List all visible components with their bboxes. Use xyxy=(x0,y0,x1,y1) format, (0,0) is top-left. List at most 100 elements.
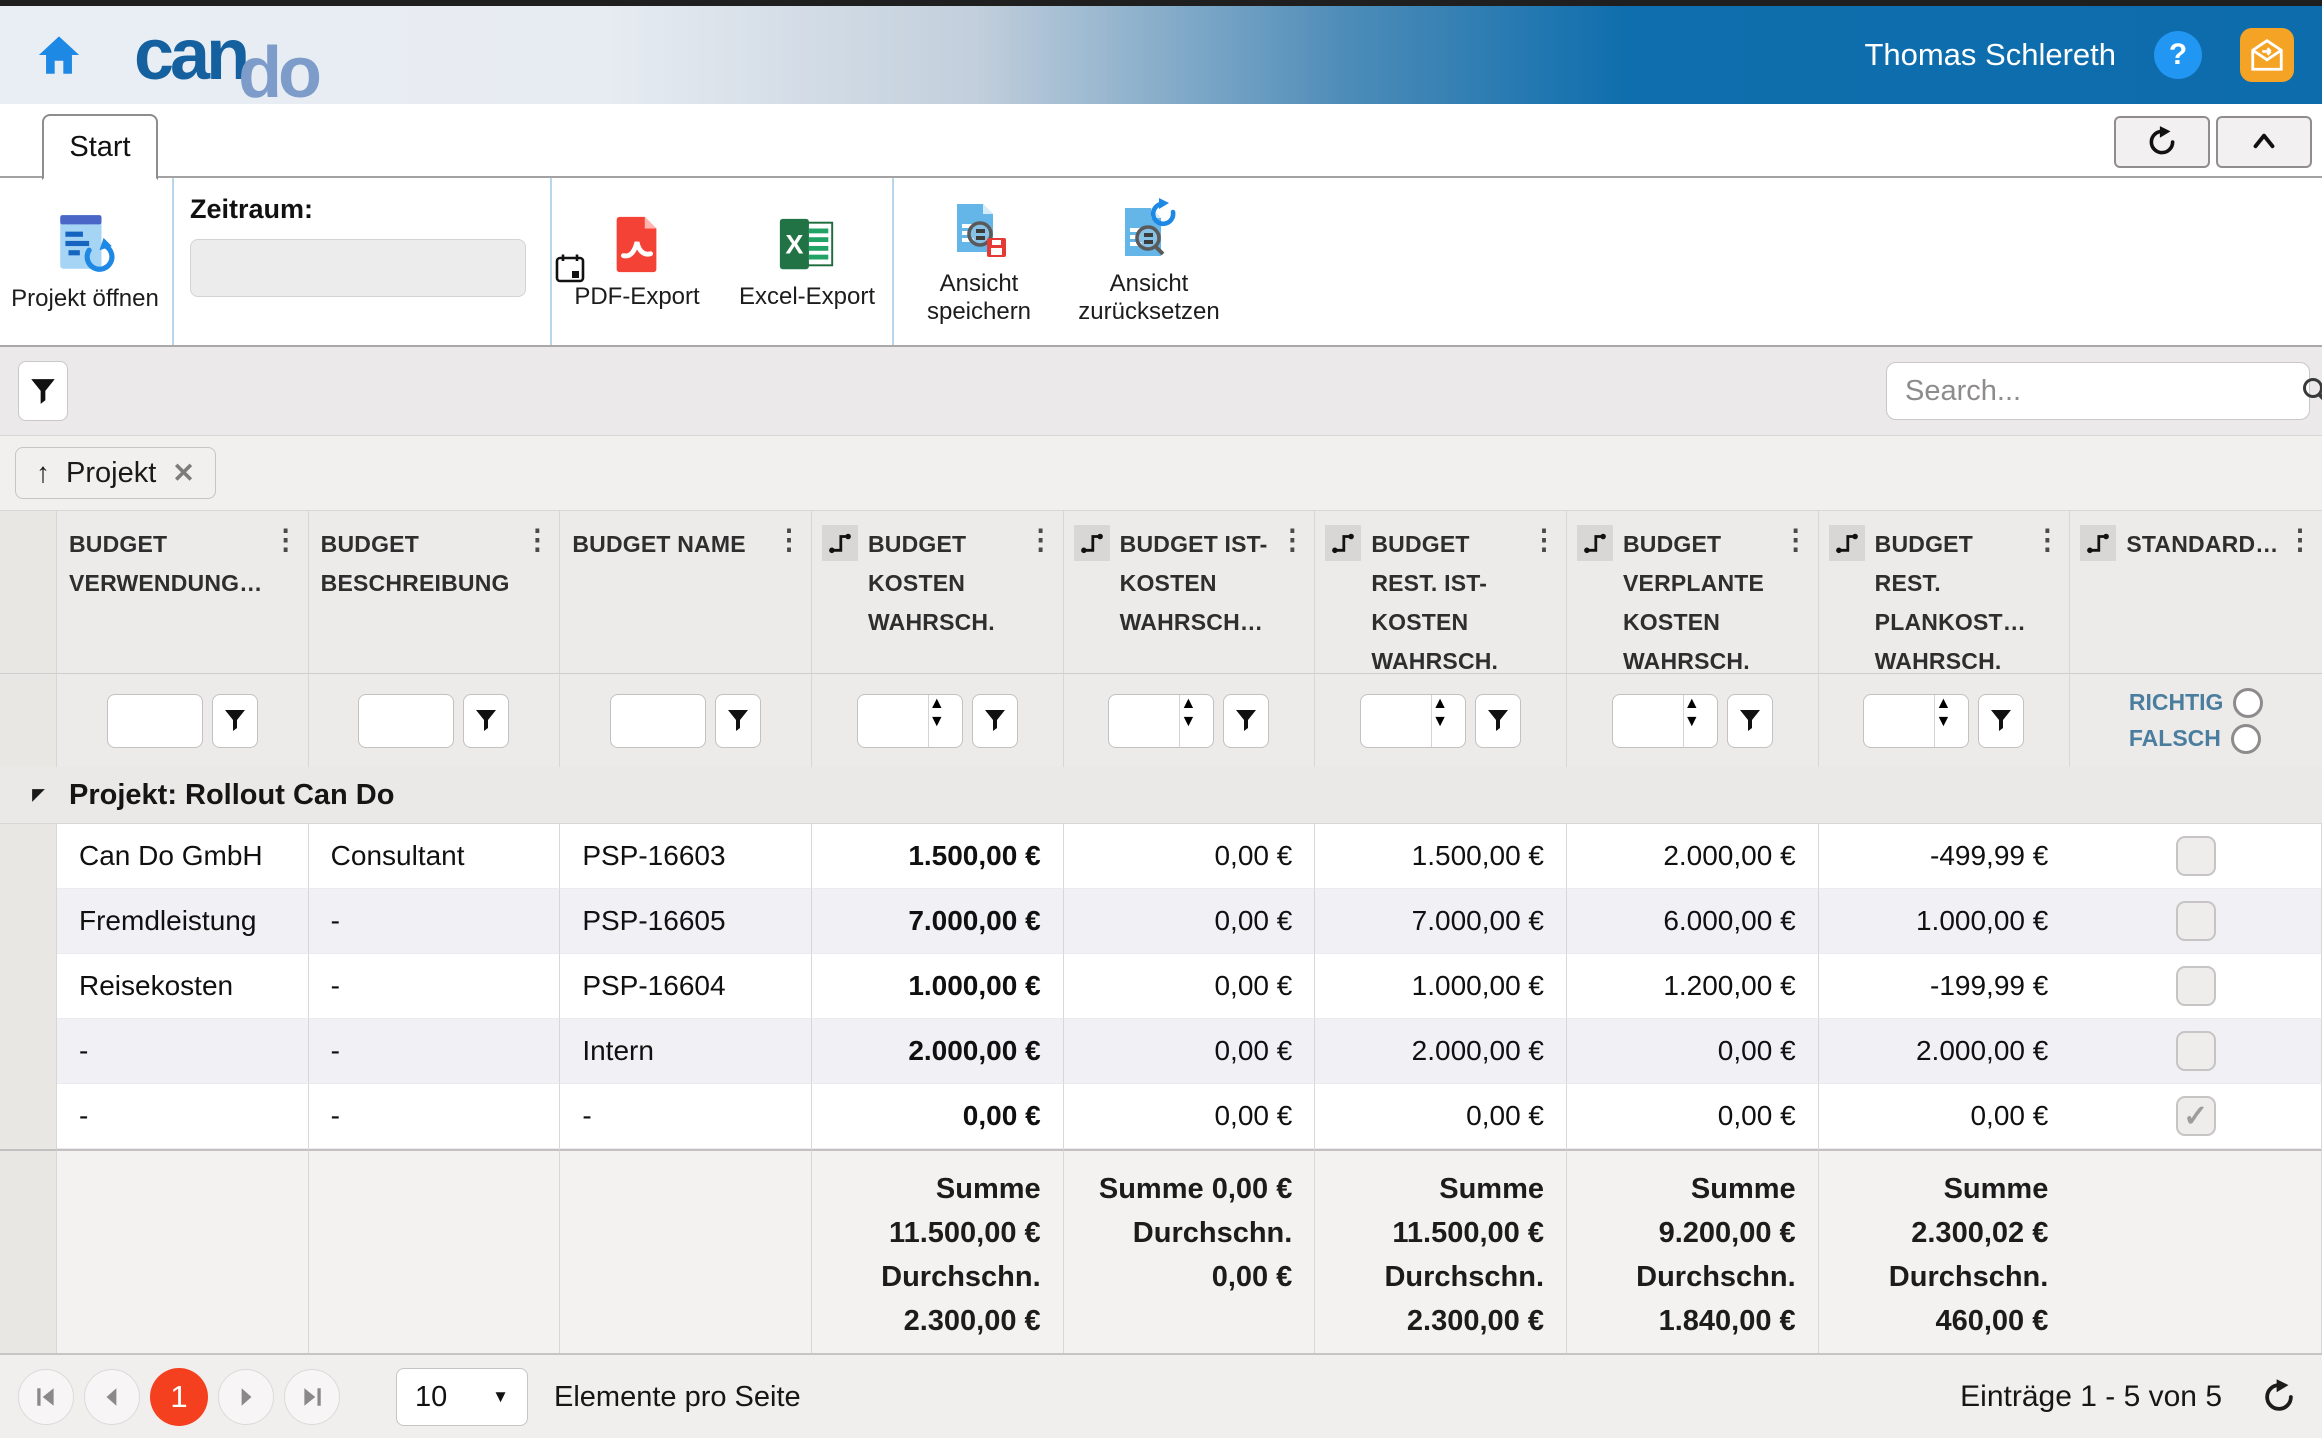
spinner-down-icon[interactable]: ▼ xyxy=(929,713,962,731)
radio-true-icon[interactable] xyxy=(2233,687,2264,718)
spinner-up-icon[interactable]: ▲ xyxy=(929,695,962,713)
filter-text-input[interactable] xyxy=(610,693,707,748)
filter-funnel-button[interactable] xyxy=(211,693,258,748)
column-menu-icon[interactable]: ⋮ xyxy=(1782,525,1810,555)
filter-funnel-button[interactable] xyxy=(971,693,1018,748)
filter-funnel-button[interactable] xyxy=(1726,693,1773,748)
project-open-button[interactable]: Projekt öffnen xyxy=(0,211,170,313)
boolean-filter-true[interactable]: RICHTIG xyxy=(2129,687,2264,718)
spinner-up-icon[interactable]: ▲ xyxy=(1684,695,1717,713)
column-header-7[interactable]: BUDGET REST. PLANKOST… WAHRSCH. ⋮ xyxy=(1818,511,2071,674)
column-header-0[interactable]: BUDGET VERWENDUNG… ⋮ xyxy=(57,511,309,673)
data-cell: - xyxy=(308,954,561,1019)
row-checkbox[interactable] xyxy=(2175,836,2216,876)
user-name[interactable]: Thomas Schlereth xyxy=(1864,37,2116,73)
spinner-up-icon[interactable]: ▲ xyxy=(1432,695,1465,713)
first-page-button[interactable] xyxy=(18,1369,74,1425)
filter-toggle-button[interactable] xyxy=(18,361,68,421)
app-logo: can do xyxy=(134,19,326,109)
filter-funnel-button[interactable] xyxy=(1475,693,1522,748)
last-page-button[interactable] xyxy=(284,1369,340,1425)
next-page-button[interactable] xyxy=(218,1369,274,1425)
column-menu-icon[interactable]: ⋮ xyxy=(272,525,300,555)
group-collapse-icon[interactable] xyxy=(30,787,47,804)
column-filter-2 xyxy=(560,673,812,767)
column-header-8[interactable]: STANDARD… ⋮ xyxy=(2070,511,2322,673)
filter-number-input[interactable] xyxy=(1612,694,1683,747)
pager-bar: 1 10 ▼ Elemente pro Seite Einträge 1 - 5… xyxy=(0,1353,2322,1438)
spinner-down-icon[interactable]: ▼ xyxy=(1935,713,1968,731)
column-menu-icon[interactable]: ⋮ xyxy=(523,525,551,555)
filter-number-field: ▲ ▼ xyxy=(1611,693,1718,748)
row-checkbox[interactable]: ✓ xyxy=(2175,1096,2216,1136)
row-checkbox[interactable] xyxy=(2175,1031,2216,1071)
data-cell: 7.000,00 € xyxy=(812,889,1064,954)
filter-text-input[interactable] xyxy=(106,693,203,748)
tab-start[interactable]: Start xyxy=(42,114,158,180)
filter-funnel-button[interactable] xyxy=(1978,693,2025,748)
column-menu-icon[interactable]: ⋮ xyxy=(2033,525,2061,555)
column-menu-icon[interactable]: ⋮ xyxy=(775,525,803,555)
data-cell: 0,00 € xyxy=(1063,954,1316,1019)
page-size-select[interactable]: 10 ▼ xyxy=(396,1368,528,1426)
aggregate-sum-icon xyxy=(1080,533,1103,554)
column-header-5[interactable]: BUDGET REST. IST-KOSTEN WAHRSCH. ⋮ xyxy=(1315,511,1567,674)
filter-number-input[interactable] xyxy=(1864,694,1935,747)
home-button[interactable] xyxy=(34,30,84,80)
data-cell: 6.000,00 € xyxy=(1567,889,1819,954)
spinner-down-icon[interactable]: ▼ xyxy=(1180,713,1213,731)
data-cell: 1.500,00 € xyxy=(1315,824,1567,889)
column-header-6[interactable]: BUDGET VERPLANTE KOSTEN WAHRSCH. ⋮ xyxy=(1567,511,1819,674)
data-cell: Consultant xyxy=(308,824,561,889)
collapse-toolbar-button[interactable] xyxy=(2216,116,2312,168)
current-page-button[interactable]: 1 xyxy=(150,1368,208,1426)
spinner-up-icon[interactable]: ▲ xyxy=(1935,695,1968,713)
help-button[interactable]: ? xyxy=(2154,31,2202,79)
column-menu-icon[interactable]: ⋮ xyxy=(1530,525,1558,555)
previous-page-button[interactable] xyxy=(84,1369,140,1425)
spinner-down-icon[interactable]: ▼ xyxy=(1432,713,1465,731)
svg-text:X: X xyxy=(785,228,803,259)
radio-false-icon[interactable] xyxy=(2230,723,2261,754)
filter-funnel-button[interactable] xyxy=(1223,693,1270,748)
spinner-up-icon[interactable]: ▲ xyxy=(1180,695,1213,713)
column-header-1[interactable]: BUDGET BESCHREIBUNG ⋮ xyxy=(308,511,561,673)
aggregate-icon-badge xyxy=(2080,525,2117,561)
search-input[interactable] xyxy=(1887,374,2300,408)
filter-text-input[interactable] xyxy=(358,693,455,748)
zeitraum-field[interactable] xyxy=(190,239,585,297)
column-menu-icon[interactable]: ⋮ xyxy=(2286,525,2314,555)
logout-button[interactable] xyxy=(2240,28,2294,82)
aggregate-sum-icon xyxy=(829,533,851,554)
data-cell: 0,00 € xyxy=(1567,1019,1819,1084)
filter-funnel-button[interactable] xyxy=(463,693,510,748)
row-expander-cell xyxy=(0,824,57,889)
pdf-export-button[interactable]: PDF-Export xyxy=(552,213,722,311)
column-header-2[interactable]: BUDGET NAME ⋮ xyxy=(560,511,812,673)
group-chip-projekt[interactable]: ↑ Projekt ✕ xyxy=(15,447,216,499)
filter-number-input[interactable] xyxy=(857,694,928,747)
refresh-view-button[interactable] xyxy=(2114,116,2210,168)
search-button[interactable] xyxy=(2300,375,2322,407)
sort-ascending-icon[interactable]: ↑ xyxy=(36,457,50,489)
pager-refresh-button[interactable] xyxy=(2260,1378,2298,1416)
view-reset-button[interactable]: Ansicht zurücksetzen xyxy=(1064,197,1234,326)
row-checkbox[interactable] xyxy=(2175,901,2216,941)
row-checkbox[interactable] xyxy=(2175,966,2216,1006)
column-menu-icon[interactable]: ⋮ xyxy=(1278,525,1306,555)
aggregate-line: Summe 0,00 € xyxy=(1098,1173,1293,1205)
column-menu-icon[interactable]: ⋮ xyxy=(1027,525,1055,555)
remove-group-icon[interactable]: ✕ xyxy=(172,458,195,489)
excel-export-button[interactable]: X Excel-Export xyxy=(722,213,892,311)
group-header-row[interactable]: Projekt: Rollout Can Do xyxy=(0,767,2322,824)
view-save-button[interactable]: Ansicht speichern xyxy=(894,198,1064,326)
filter-funnel-button[interactable] xyxy=(715,693,762,748)
spinner-down-icon[interactable]: ▼ xyxy=(1684,713,1717,731)
column-header-3[interactable]: BUDGET KOSTEN WAHRSCH. ⋮ xyxy=(812,511,1064,673)
filter-number-input[interactable] xyxy=(1109,694,1180,747)
zeitraum-input[interactable] xyxy=(191,252,554,284)
boolean-filter-false[interactable]: FALSCH xyxy=(2129,723,2261,754)
filter-number-input[interactable] xyxy=(1361,694,1432,747)
column-header-label: BUDGET VERWENDUNG… xyxy=(69,531,263,596)
column-header-4[interactable]: BUDGET IST-KOSTEN WAHRSCH… ⋮ xyxy=(1063,511,1316,673)
